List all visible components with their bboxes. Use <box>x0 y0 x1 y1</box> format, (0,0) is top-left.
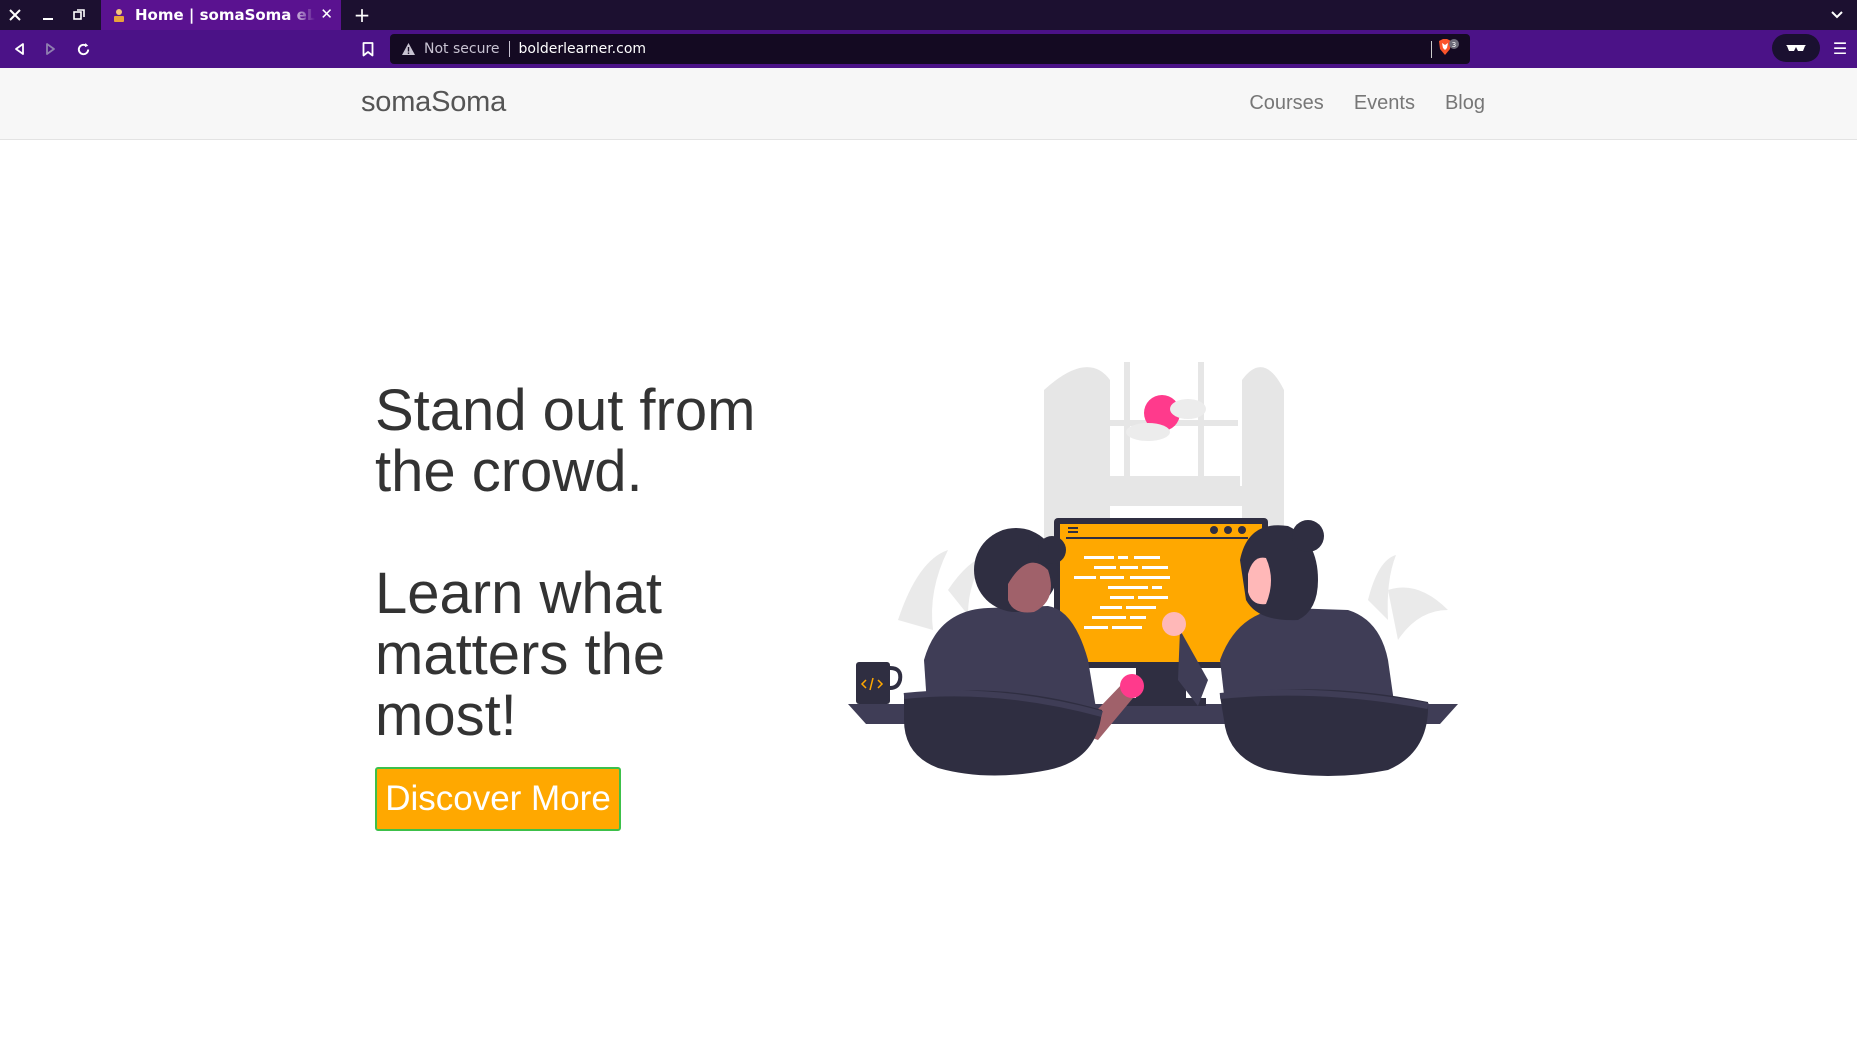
security-label: Not secure <box>424 41 500 57</box>
nav-events[interactable]: Events <box>1354 92 1415 115</box>
cloud-icon <box>1126 423 1170 441</box>
hero-line-4: matters the <box>375 622 666 687</box>
hero-line-5: most! <box>375 683 517 748</box>
close-window-icon[interactable] <box>4 4 26 26</box>
url-text[interactable]: bolderlearner.com <box>519 41 647 57</box>
hero-line-2: the crowd. <box>375 439 643 504</box>
minimize-window-icon[interactable] <box>37 4 59 26</box>
shield-badge-count: 3 <box>1452 41 1456 49</box>
restore-window-icon[interactable] <box>68 4 90 26</box>
nav-courses[interactable]: Courses <box>1249 92 1323 115</box>
warning-icon[interactable] <box>400 41 416 57</box>
main-nav: Courses Events Blog <box>1249 92 1485 115</box>
brave-shield-icon[interactable]: 3 <box>1436 39 1460 59</box>
plant-right-icon <box>1388 587 1448 640</box>
hero-line-1: Stand out from <box>375 378 756 443</box>
new-tab-icon[interactable]: + <box>350 3 374 27</box>
site-header: somaSoma Courses Events Blog <box>0 68 1857 140</box>
back-icon[interactable] <box>8 37 32 61</box>
browser-toolbar: Not secure bolderlearner.com 3 ☰ <box>0 30 1857 68</box>
browser-menu-icon[interactable]: ☰ <box>1830 38 1850 58</box>
forward-icon[interactable] <box>38 37 62 61</box>
tab-title: Home | somaSoma eLearni <box>135 6 315 24</box>
coffee-mug-icon <box>856 662 903 704</box>
browser-tabbar: Home | somaSoma eLearni ✕ + <box>0 0 1857 30</box>
address-bar[interactable]: Not secure bolderlearner.com 3 <box>390 34 1470 64</box>
bookmark-icon[interactable] <box>356 37 380 61</box>
url-divider <box>508 41 510 57</box>
plant-left-icon <box>898 550 948 630</box>
tab-list-icon[interactable] <box>1827 5 1847 25</box>
hero-line-3: Learn what <box>375 561 662 626</box>
nav-blog[interactable]: Blog <box>1445 92 1485 115</box>
reload-icon[interactable] <box>71 37 95 61</box>
teacher-favicon-icon <box>111 7 127 23</box>
browser-tab-active[interactable]: Home | somaSoma eLearni ✕ <box>101 0 341 30</box>
hero-illustration <box>848 360 1488 780</box>
sunglasses-icon[interactable] <box>1772 34 1820 62</box>
shield-divider <box>1431 41 1432 58</box>
cloud-icon <box>1170 399 1206 419</box>
tab-close-icon[interactable]: ✕ <box>320 5 333 23</box>
brand-logo[interactable]: somaSoma <box>361 86 506 119</box>
discover-more-button[interactable]: Discover More <box>375 767 621 831</box>
window-background <box>1044 362 1284 540</box>
hero-headline: Stand out from the crowd. Learn what mat… <box>375 380 835 746</box>
